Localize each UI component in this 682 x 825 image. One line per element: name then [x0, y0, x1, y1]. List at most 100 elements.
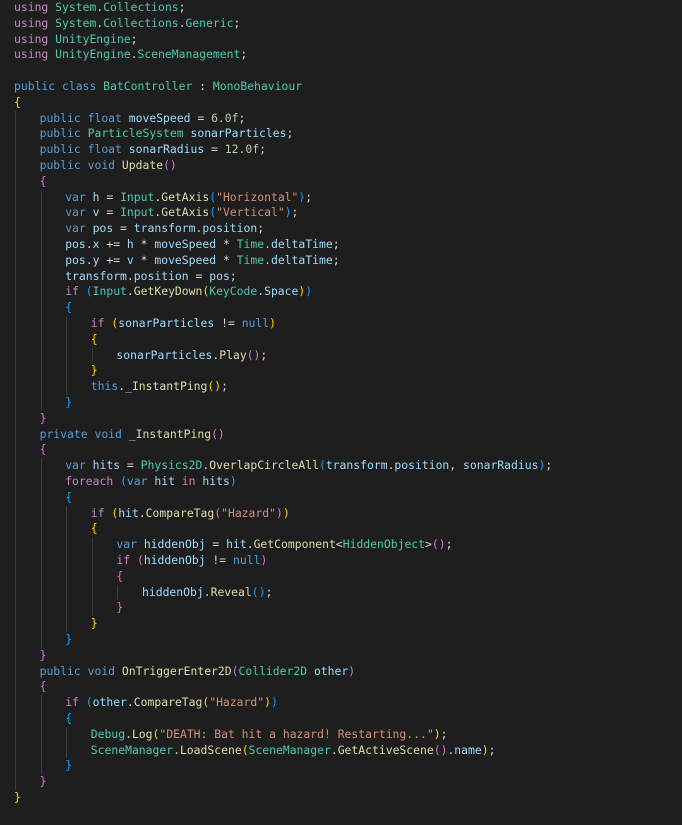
code-token: Update: [121, 158, 164, 172]
code-line[interactable]: SceneManager.LoadScene(SceneManager.GetA…: [91, 743, 496, 759]
code-line[interactable]: var pos = transform.position;: [65, 221, 264, 237]
code-token: _InstantPing: [128, 426, 212, 441]
code-line[interactable]: {: [14, 95, 21, 111]
code-token: +=: [99, 237, 127, 251]
code-line[interactable]: if (other.CompareTag("Hazard")): [65, 695, 278, 711]
code-line[interactable]: foreach (var hit in hits): [65, 474, 236, 490]
code-line[interactable]: }: [91, 616, 98, 632]
code-token: {: [39, 679, 47, 694]
code-line[interactable]: {: [40, 442, 47, 458]
code-line[interactable]: {: [91, 332, 98, 348]
code-token: ): [284, 205, 292, 220]
code-line[interactable]: var h = Input.GetAxis("Horizontal");: [65, 190, 312, 206]
code-token: GetKeyDown: [133, 284, 203, 299]
code-line[interactable]: if (hit.CompareTag("Hazard")): [91, 506, 290, 522]
code-token: ): [270, 695, 278, 710]
code-token: .: [203, 584, 211, 599]
code-line[interactable]: using System.Collections.Generic;: [14, 16, 240, 32]
code-line[interactable]: if (Input.GetKeyDown(KeyCode.Space)): [65, 284, 312, 300]
code-line[interactable]: public void Update(): [40, 158, 177, 174]
code-line[interactable]: var v = Input.GetAxis("Vertical");: [65, 205, 298, 221]
code-line[interactable]: }: [40, 774, 47, 790]
code-line[interactable]: }: [14, 790, 21, 806]
code-line[interactable]: var hits = Physics2D.OverlapCircleAll(tr…: [65, 458, 552, 474]
code-token: !=: [205, 553, 233, 567]
code-line[interactable]: {: [65, 300, 72, 316]
code-token: GetComponent: [253, 537, 336, 552]
code-line[interactable]: }: [40, 411, 47, 427]
code-token: public: [39, 126, 81, 141]
code-line[interactable]: {: [65, 711, 72, 727]
code-line[interactable]: {: [116, 569, 123, 585]
code-line[interactable]: pos.y += v * moveSpeed * Time.deltaTime;: [65, 253, 339, 269]
indent-guide: [66, 505, 68, 632]
code-line[interactable]: public class BatController : MonoBehavio…: [14, 79, 302, 95]
code-token: ;: [332, 237, 340, 251]
code-token: using: [14, 31, 49, 46]
code-line[interactable]: }: [91, 363, 98, 379]
code-line[interactable]: if (hiddenObj != null): [116, 553, 267, 569]
code-line[interactable]: }: [65, 632, 72, 648]
code-token: GetAxis: [161, 189, 210, 204]
code-token: hits: [92, 458, 121, 473]
code-token: other: [313, 663, 349, 678]
code-token: =: [99, 189, 121, 204]
code-editor[interactable]: using System.Collections; using System.Co…: [0, 0, 682, 825]
code-token: 12.0f: [224, 142, 260, 157]
code-token: !=: [214, 316, 242, 330]
code-token: *: [216, 237, 237, 251]
code-line[interactable]: if (sonarParticles != null): [91, 316, 276, 332]
code-token: ): [229, 474, 237, 488]
code-line[interactable]: }: [116, 600, 123, 616]
code-token: public: [39, 142, 81, 157]
code-line[interactable]: }: [65, 758, 72, 774]
code-token: Time: [236, 252, 265, 267]
code-token: "Hazard": [209, 695, 265, 710]
code-line[interactable]: }: [40, 648, 47, 664]
code-line[interactable]: {: [65, 490, 72, 506]
code-token: ;: [332, 252, 340, 267]
code-line[interactable]: public ParticleSystem sonarParticles;: [40, 126, 294, 142]
code-token: ): [269, 316, 276, 330]
code-token: var: [65, 205, 86, 220]
code-line[interactable]: using System.Collections;: [14, 0, 185, 16]
code-token: }: [65, 632, 73, 646]
indent-guide: [40, 189, 42, 411]
code-line[interactable]: var hiddenObj = hit.GetComponent<HiddenO…: [116, 537, 452, 553]
code-line[interactable]: transform.position = pos;: [65, 269, 236, 285]
code-line[interactable]: pos.x += h * moveSpeed * Time.deltaTime;: [65, 237, 339, 253]
code-token: ;: [260, 347, 268, 362]
code-token: .: [85, 237, 93, 251]
code-line[interactable]: public void OnTriggerEnter2D(Collider2D …: [40, 664, 356, 680]
code-line[interactable]: using UnityEngine.SceneManagement;: [14, 47, 247, 63]
code-token: ): [282, 505, 290, 520]
code-line[interactable]: }: [65, 395, 72, 411]
code-line[interactable]: sonarParticles.Play();: [116, 348, 267, 364]
code-token: sonarParticles: [190, 126, 287, 141]
code-line[interactable]: Debug.Log("DEATH: Bat hit a hazard! Rest…: [91, 727, 448, 743]
code-token: foreach: [65, 474, 114, 488]
code-token: *: [133, 252, 155, 267]
code-line[interactable]: private void _InstantPing(): [40, 427, 225, 443]
code-token: (): [431, 537, 446, 552]
code-line[interactable]: hiddenObj.Reveal();: [142, 585, 272, 601]
code-token: *: [133, 237, 155, 251]
code-line[interactable]: public float sonarRadius = 12.0f;: [40, 142, 266, 158]
code-line[interactable]: public float moveSpeed = 6.0f;: [40, 111, 246, 127]
indent-guide: [15, 110, 16, 790]
code-token: LoadScene: [179, 742, 242, 757]
code-line[interactable]: {: [40, 679, 47, 695]
code-line[interactable]: using UnityEngine;: [14, 32, 137, 48]
code-line[interactable]: {: [91, 521, 98, 537]
code-token: _InstantPing: [125, 379, 208, 394]
indent-guide: [117, 584, 119, 601]
code-token: ): [275, 505, 283, 520]
code-token: position: [202, 221, 258, 236]
code-line[interactable]: this._InstantPing();: [91, 379, 228, 395]
code-token: sonarParticles: [118, 316, 215, 330]
code-line[interactable]: {: [40, 174, 47, 190]
